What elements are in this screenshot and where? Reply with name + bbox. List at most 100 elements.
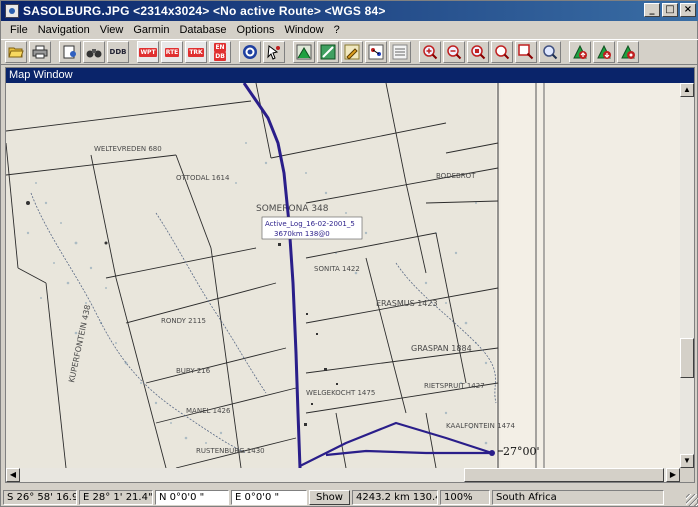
binoculars-button[interactable]: [83, 41, 105, 63]
farm-label-sonita: SONITA 1422: [314, 265, 360, 273]
wpt-label: WPT: [139, 47, 157, 57]
maximize-button[interactable]: □: [662, 3, 678, 17]
calibrate-button[interactable]: [293, 41, 315, 63]
pointer-tool-button[interactable]: [263, 41, 285, 63]
trk-label: TRK: [188, 47, 204, 57]
gps-download-icon: [597, 44, 611, 59]
farm-label-bodebrot: BODEBROT: [436, 172, 476, 180]
gps-upload-icon: [573, 44, 587, 59]
app-icon: [5, 4, 19, 18]
map-canvas[interactable]: WELTEVREDEN 680 OTTODAL 1614 SOMERONA 34…: [6, 83, 680, 468]
binoculars-icon: [86, 49, 102, 58]
target-icon: [243, 45, 257, 59]
menu-garmin[interactable]: Garmin: [128, 24, 174, 36]
track-label-name: Active_Log_16-02-2001_5: [265, 220, 355, 228]
draw-track-button[interactable]: [317, 41, 339, 63]
zoom-fit-button[interactable]: [467, 41, 489, 63]
farm-label-rondy: RONDY 2115: [161, 317, 206, 325]
pencil-icon: [344, 44, 360, 60]
gps-upload-button[interactable]: [569, 41, 591, 63]
zoom-in-button[interactable]: [419, 41, 441, 63]
scroll-down-button[interactable]: ▼: [680, 454, 694, 468]
db-label: DB: [214, 52, 226, 61]
magnifier-icon: [543, 45, 558, 60]
edit-track-button[interactable]: [341, 41, 363, 63]
status-bar: S 26° 58' 16.9" E 28° 1' 21.4" N 0°0'0 "…: [1, 488, 698, 507]
menu-bar: File Navigation View Garmin Database Opt…: [1, 21, 698, 39]
window-title: SASOLBURG.JPG <2314x3024> <No active Rou…: [23, 4, 386, 18]
gps-target-button[interactable]: [239, 41, 261, 63]
scroll-up-button[interactable]: ▲: [680, 83, 694, 97]
list-icon: [392, 44, 408, 60]
ddb-label: DDB: [109, 48, 127, 56]
farm-label-graspan: GRASPAN 1884: [411, 344, 472, 353]
zoom-actual-icon: [518, 44, 534, 60]
vertical-scroll-thumb[interactable]: [680, 338, 694, 378]
zoom-in-icon: [423, 45, 438, 60]
farm-label-rietspruit: RIETSPRUIT 1427: [424, 382, 485, 390]
menu-help[interactable]: ?: [329, 24, 345, 36]
resize-grip[interactable]: [686, 494, 698, 506]
vertical-scrollbar[interactable]: ▲ ▼: [680, 83, 694, 468]
farm-label-rustenburg: RUSTENBURG 1430: [196, 447, 265, 455]
track-label[interactable]: Active_Log_16-02-2001_5 3670km 138@0: [261, 216, 363, 240]
zoom-fit-icon: [471, 45, 486, 60]
draw-icon: [320, 44, 336, 60]
farm-label-welgekocht: WELGEKOCHT 1475: [306, 389, 375, 397]
map-region: South Africa: [491, 490, 664, 505]
menu-file[interactable]: File: [5, 24, 33, 36]
minimize-button[interactable]: _: [644, 3, 660, 17]
show-button[interactable]: Show: [309, 490, 350, 505]
scanned-map: WELTEVREDEN 680 OTTODAL 1614 SOMERONA 34…: [6, 83, 680, 468]
farm-label-erasmus: ERASMUS 1423: [376, 299, 438, 308]
farm-label-buby: BUBY 216: [176, 367, 211, 375]
gps-realtime-button[interactable]: [617, 41, 639, 63]
route-button[interactable]: RTE: [161, 41, 183, 63]
distance-bearing: 4243.2 km 130.4 °: [351, 490, 438, 505]
select-waypoints-button[interactable]: [365, 41, 387, 63]
cursor-longitude: E 28° 1' 21.4": [79, 490, 153, 505]
farm-label-weltevreden: WELTEVREDEN 680: [94, 145, 162, 153]
menu-options[interactable]: Options: [232, 24, 280, 36]
rte-label: RTE: [164, 47, 180, 57]
track-label-stats: 3670km 138@0: [274, 230, 330, 238]
zoom-out-button[interactable]: [443, 41, 465, 63]
zoom-level: 100%: [439, 490, 490, 505]
print-button[interactable]: [29, 41, 51, 63]
en-db-button[interactable]: EN DB: [209, 41, 231, 63]
scroll-right-button[interactable]: ▶: [666, 468, 680, 482]
pointer-icon: [267, 45, 280, 60]
map-window-title[interactable]: Map Window: [6, 68, 694, 83]
horizontal-scroll-thumb[interactable]: [464, 468, 664, 482]
goto-east-input[interactable]: E 0°0'0 ": [231, 490, 307, 505]
scroll-left-button[interactable]: ◀: [6, 468, 20, 482]
goto-north-input[interactable]: N 0°0'0 ": [155, 490, 229, 505]
menu-navigation[interactable]: Navigation: [33, 24, 95, 36]
map-document-icon: [63, 45, 76, 59]
ddb-button[interactable]: DDB: [107, 41, 129, 63]
gps-download-button[interactable]: [593, 41, 615, 63]
window-controls: _ □ ×: [644, 3, 696, 17]
map-window: Map Window WELTEVREDEN 680 OTTODAL 1614 …: [5, 67, 695, 483]
calibration-icon: [296, 44, 312, 60]
horizontal-scrollbar[interactable]: ◀ ▶: [6, 468, 680, 482]
open-file-button[interactable]: [5, 41, 27, 63]
menu-database[interactable]: Database: [174, 24, 231, 36]
zoom-out-icon: [447, 45, 462, 60]
track-button[interactable]: TRK: [185, 41, 207, 63]
latitude-mark: 27°00': [503, 445, 540, 458]
en-label: EN: [214, 43, 226, 52]
zoom-window-button[interactable]: [491, 41, 513, 63]
scrollbar-corner: [680, 468, 694, 482]
title-bar[interactable]: SASOLBURG.JPG <2314x3024> <No active Rou…: [1, 1, 698, 21]
close-button[interactable]: ×: [680, 3, 696, 17]
application-window: SASOLBURG.JPG <2314x3024> <No active Rou…: [0, 0, 698, 507]
cursor-latitude: S 26° 58' 16.9": [3, 490, 77, 505]
waypoint-button[interactable]: WPT: [137, 41, 159, 63]
map-properties-button[interactable]: [59, 41, 81, 63]
menu-view[interactable]: View: [95, 24, 129, 36]
zoom-actual-button[interactable]: [515, 41, 537, 63]
zoom-search-button[interactable]: [539, 41, 561, 63]
list-button[interactable]: [389, 41, 411, 63]
menu-window[interactable]: Window: [279, 24, 328, 36]
